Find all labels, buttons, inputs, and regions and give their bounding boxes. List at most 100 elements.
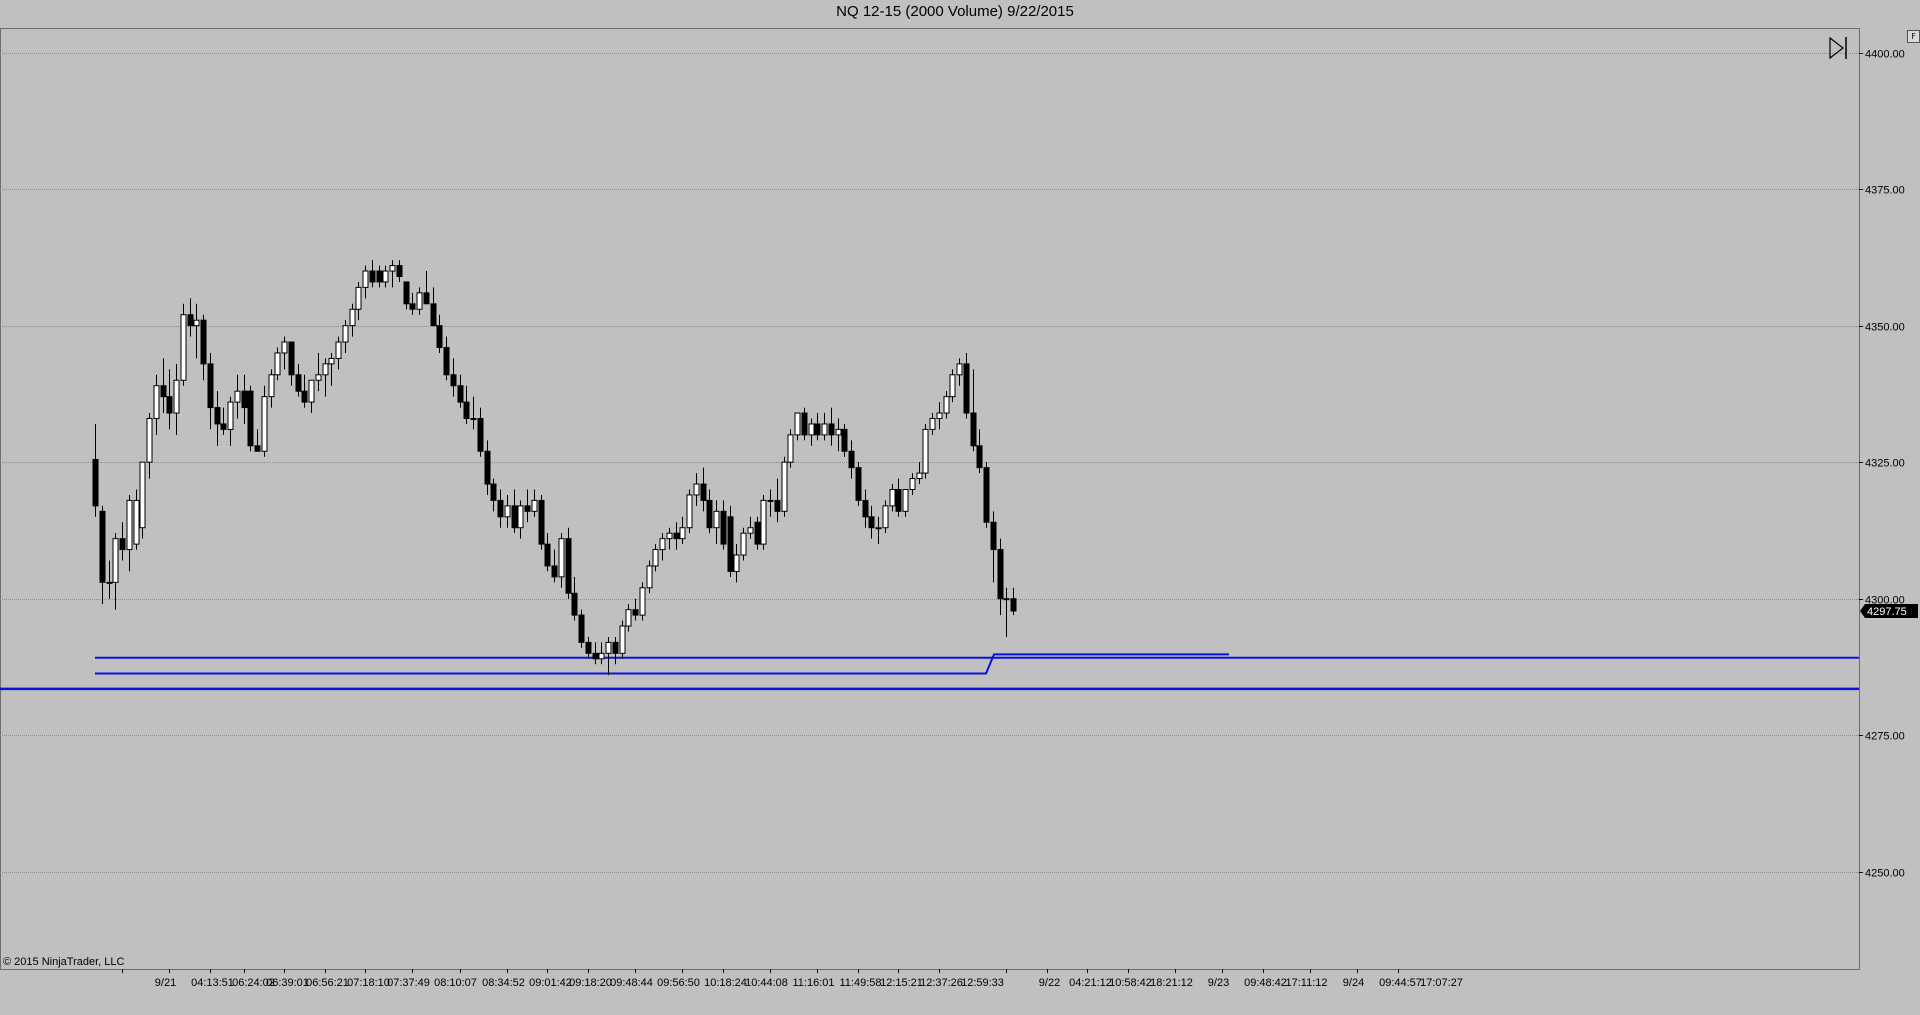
candle-body — [902, 488, 909, 512]
candle-body — [166, 396, 173, 414]
candle-body — [727, 516, 734, 572]
candle — [544, 533, 551, 572]
candle-body — [855, 467, 862, 501]
copyright-label: © 2015 NinjaTrader, LLC — [3, 956, 125, 968]
x-tick-label: 11:49:58 — [839, 977, 881, 989]
candle — [868, 505, 875, 539]
candle-body — [362, 270, 369, 288]
x-tick-label: 12:15:21 — [880, 977, 923, 989]
candle-body — [686, 494, 693, 529]
candle-body — [308, 379, 315, 403]
x-tick-label: 10:18:24 — [704, 977, 747, 989]
candle-body — [862, 499, 869, 518]
candle — [328, 352, 335, 386]
candle — [983, 462, 990, 528]
candle — [477, 407, 484, 457]
candle-body — [389, 265, 396, 272]
candle — [133, 489, 140, 550]
skip-to-end-icon[interactable] — [1829, 36, 1847, 60]
candle — [153, 374, 160, 435]
y-tick-label: 4400.00 — [1865, 49, 1905, 61]
candle — [754, 516, 761, 550]
candle-body — [922, 428, 929, 474]
x-tick-label: 08:10:07 — [434, 977, 477, 989]
candle-body — [868, 516, 875, 529]
candle-body — [889, 488, 896, 507]
y-tick-label: 4250.00 — [1865, 868, 1905, 880]
candle-body — [524, 505, 531, 512]
x-tick-label: 9/23 — [1208, 977, 1229, 989]
candle — [463, 385, 470, 424]
candle-body — [929, 417, 936, 430]
candle-body — [565, 538, 572, 594]
candle — [727, 505, 734, 577]
candle — [1010, 587, 1017, 616]
candle — [916, 462, 923, 485]
candle — [281, 336, 288, 370]
candle — [646, 560, 653, 594]
candle — [227, 396, 234, 446]
candle-body — [99, 510, 106, 583]
candle — [234, 374, 241, 419]
candle-body — [713, 510, 720, 529]
chart-svg: 4250.004275.004300.004325.004350.004375.… — [0, 28, 1918, 989]
candle — [376, 265, 383, 288]
candle — [700, 467, 707, 512]
candle-body — [342, 325, 349, 343]
candle — [693, 473, 700, 506]
candle — [220, 407, 227, 435]
candle-body — [720, 510, 727, 545]
candle-body — [760, 499, 767, 545]
grid-lines — [0, 53, 1859, 873]
candle — [848, 440, 855, 479]
candle — [241, 374, 248, 424]
candle — [315, 352, 322, 392]
x-axis: 9/21 04:13:5106:24:0206:39:0106:56:2107:1… — [122, 969, 1463, 989]
candle — [362, 265, 369, 299]
candle-body — [544, 543, 551, 567]
candle-body — [295, 374, 302, 392]
candle-body — [106, 581, 113, 584]
candle — [214, 391, 221, 446]
x-tick-label: 17:11:12 — [1285, 977, 1327, 989]
candle — [247, 385, 254, 452]
candle — [963, 352, 970, 419]
y-axis: 4250.004275.004300.004325.004350.004375.… — [1859, 49, 1905, 880]
candle — [342, 320, 349, 353]
candle — [200, 314, 207, 381]
candle-body — [747, 527, 754, 534]
x-tick-label: 07:18:10 — [347, 977, 390, 989]
candle — [274, 347, 281, 381]
x-tick-label: 17:07:27 — [1420, 977, 1463, 989]
candle — [706, 489, 713, 534]
candle-body — [821, 423, 828, 436]
candle — [835, 418, 842, 452]
x-tick-label: 9/22 — [1039, 977, 1060, 989]
candle — [767, 489, 774, 517]
x-tick-label: 09:56:50 — [657, 977, 700, 989]
candle-body — [585, 641, 592, 654]
candle — [821, 413, 828, 441]
candle — [180, 303, 187, 386]
candle-body — [970, 412, 977, 447]
candle — [565, 527, 572, 599]
candle — [349, 303, 356, 337]
candle — [794, 412, 801, 441]
candle-body — [457, 385, 464, 403]
candle — [126, 494, 133, 572]
candle — [875, 516, 882, 545]
candle-body — [430, 303, 437, 327]
candle — [801, 407, 808, 441]
candle — [571, 576, 578, 621]
candle — [862, 489, 869, 528]
x-tick-label: 07:37:49 — [387, 977, 430, 989]
candle-body — [997, 549, 1004, 600]
candle — [578, 609, 585, 648]
candle — [511, 489, 518, 534]
candle — [254, 429, 261, 452]
candle-body — [949, 374, 956, 398]
candle — [679, 516, 686, 545]
candle — [605, 636, 612, 676]
candle — [949, 369, 956, 403]
candle — [902, 488, 909, 517]
